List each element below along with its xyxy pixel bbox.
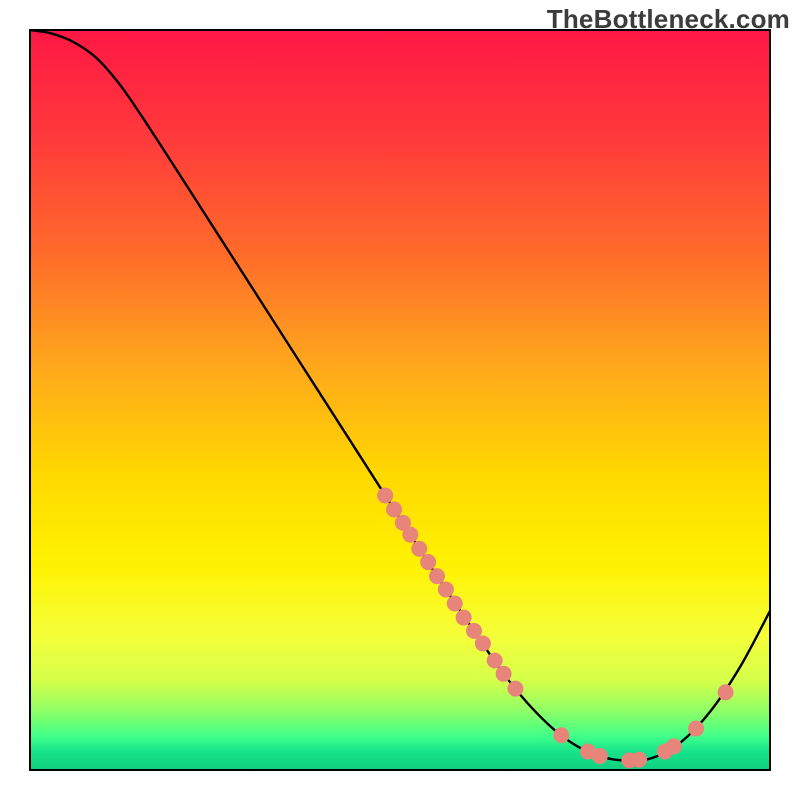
watermark-label: TheBottleneck.com [547,4,790,35]
data-marker [631,752,647,768]
data-marker [507,681,523,697]
gradient-background [30,30,770,770]
data-marker [718,684,734,700]
data-marker [402,527,418,543]
data-marker [411,541,427,557]
data-marker [386,502,402,518]
data-marker [688,721,704,737]
data-marker [429,568,445,584]
data-marker [475,635,491,651]
data-marker [553,727,569,743]
data-marker [377,487,393,503]
data-marker [592,748,608,764]
data-marker [487,652,503,668]
chart-container: TheBottleneck.com [0,0,800,800]
data-marker [496,666,512,682]
data-marker [447,596,463,612]
data-marker [420,554,436,570]
data-marker [456,610,472,626]
data-marker [666,738,682,754]
bottleneck-chart [0,0,800,800]
data-marker [438,581,454,597]
